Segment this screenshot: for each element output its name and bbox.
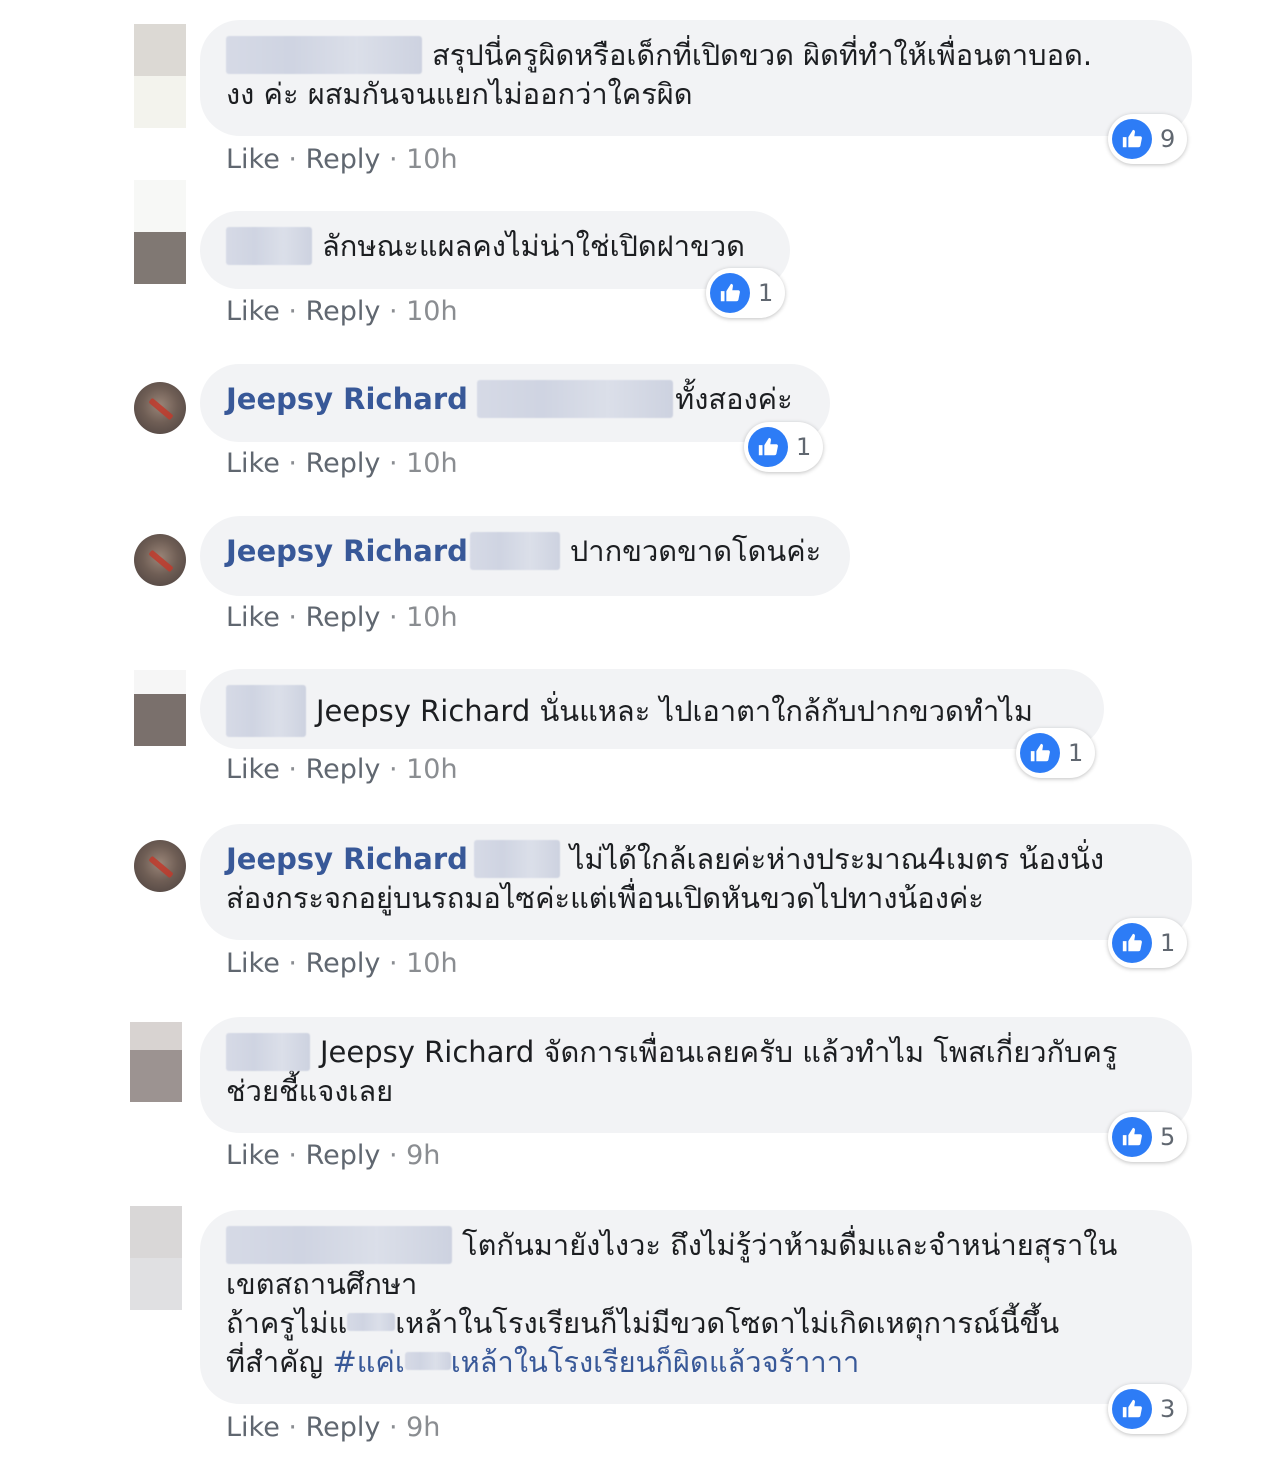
reply-link[interactable]: Reply xyxy=(306,602,381,633)
reaction-number: 1 xyxy=(796,433,812,461)
comment-text: โตกันมายังไงวะ ถึงไม่รู้ว่าห้ามดื่มและจำ… xyxy=(462,1228,1118,1262)
reaction-count[interactable]: 5 xyxy=(1108,1112,1188,1162)
reaction-number: 3 xyxy=(1160,1395,1176,1423)
avatar[interactable] xyxy=(130,1022,182,1102)
reaction-number: 5 xyxy=(1160,1123,1176,1151)
redacted-name xyxy=(226,685,306,737)
comment-text: Jeepsy Richard นั่นแหละ ไปเอาตาใกล้กับปา… xyxy=(316,694,1033,728)
avatar[interactable] xyxy=(130,1206,182,1310)
author-name[interactable]: Jeepsy Richard xyxy=(226,842,468,876)
comment-text: ช่วยชี้แจงเลย xyxy=(226,1074,394,1108)
thumbs-up-icon xyxy=(1112,1117,1152,1157)
comment-bubble: Jeepsy Richard นั่นแหละ ไปเอาตาใกล้กับปา… xyxy=(200,669,1104,749)
avatar[interactable] xyxy=(134,534,186,586)
redacted-name xyxy=(477,380,674,418)
like-link[interactable]: Like xyxy=(226,754,280,785)
thumbs-up-icon xyxy=(1020,733,1060,773)
timestamp[interactable]: 10h xyxy=(406,602,457,633)
redacted-name xyxy=(226,1226,452,1264)
like-link[interactable]: Like xyxy=(226,144,280,175)
reaction-number: 1 xyxy=(1160,929,1176,957)
comment-text: สรุปนี่ครูผิดหรือเด็กที่เปิดขวด ผิดที่ทำ… xyxy=(432,38,1093,72)
redacted-word xyxy=(347,1313,396,1331)
like-link[interactable]: Like xyxy=(226,948,280,979)
thumbs-up-icon xyxy=(710,273,750,313)
reply-link[interactable]: Reply xyxy=(306,448,381,479)
comment-text: ส่องกระจกอยู่บนรถมอไซค่ะแต่เพื่อนเปิดหัน… xyxy=(226,881,984,915)
like-link[interactable]: Like xyxy=(226,602,280,633)
comment-actions: Like · Reply · 9h xyxy=(226,1140,441,1171)
thumbs-up-icon xyxy=(748,427,788,467)
like-link[interactable]: Like xyxy=(226,448,280,479)
comment-text: ที่สำคัญ xyxy=(226,1345,333,1379)
reply-link[interactable]: Reply xyxy=(306,754,381,785)
comment-actions: Like · Reply · 10h xyxy=(226,448,458,479)
hashtag-link[interactable]: #แค่เ xyxy=(332,1345,404,1379)
comment-actions: Like · Reply · 10h xyxy=(226,296,458,327)
comment-text: ไม่ได้ใกล้เลยค่ะห่างประมาณ4เมตร น้องนั่ง xyxy=(569,842,1105,876)
comment-bubble: Jeepsy Richard ปากขวดขาดโดนค่ะ xyxy=(200,516,850,596)
reaction-number: 1 xyxy=(1068,739,1084,767)
comment-text: ทั้งสองค่ะ xyxy=(675,382,793,416)
comment-text: Jeepsy Richard จัดการเพื่อนเลยครับ แล้วท… xyxy=(320,1035,1118,1069)
like-link[interactable]: Like xyxy=(226,1412,280,1443)
comment-bubble: โตกันมายังไงวะ ถึงไม่รู้ว่าห้ามดื่มและจำ… xyxy=(200,1210,1192,1404)
redacted-name xyxy=(226,1033,310,1071)
comment-text: ลักษณะแผลคงไม่น่าใช่เปิดฝาขวด xyxy=(322,229,745,263)
reaction-count[interactable]: 1 xyxy=(744,422,824,472)
reaction-count[interactable]: 1 xyxy=(1108,918,1188,968)
reply-link[interactable]: Reply xyxy=(306,1412,381,1443)
redacted-name xyxy=(226,36,422,74)
timestamp[interactable]: 10h xyxy=(406,296,457,327)
avatar[interactable] xyxy=(134,24,186,128)
avatar[interactable] xyxy=(134,180,186,284)
timestamp[interactable]: 9h xyxy=(406,1412,440,1443)
reaction-count[interactable]: 3 xyxy=(1108,1384,1188,1434)
comment-text: ถ้าครูไม่แ xyxy=(226,1306,348,1340)
thumbs-up-icon xyxy=(1112,1389,1152,1429)
comment-actions: Like · Reply · 9h xyxy=(226,1412,441,1443)
timestamp[interactable]: 10h xyxy=(406,948,457,979)
timestamp[interactable]: 10h xyxy=(406,448,457,479)
avatar[interactable] xyxy=(134,382,186,434)
avatar[interactable] xyxy=(134,670,186,746)
comment-text: เหล้าในโรงเรียนก็ไม่มีขวดโซดาไม่เกิดเหตุ… xyxy=(395,1306,1060,1340)
comment-bubble: สรุปนี่ครูผิดหรือเด็กที่เปิดขวด ผิดที่ทำ… xyxy=(200,20,1192,136)
reaction-count[interactable]: 1 xyxy=(706,268,786,318)
timestamp[interactable]: 10h xyxy=(406,144,457,175)
thumbs-up-icon xyxy=(1112,119,1152,159)
comment-bubble: ลักษณะแผลคงไม่น่าใช่เปิดฝาขวด xyxy=(200,211,790,289)
author-name[interactable]: Jeepsy Richard xyxy=(226,534,468,568)
timestamp[interactable]: 10h xyxy=(406,754,457,785)
comment-actions: Like · Reply · 10h xyxy=(226,602,458,633)
comment-text: ปากขวดขาดโดนค่ะ xyxy=(569,534,822,568)
timestamp[interactable]: 9h xyxy=(406,1140,440,1171)
like-link[interactable]: Like xyxy=(226,1140,280,1171)
reaction-number: 1 xyxy=(758,279,774,307)
comment-text: เขตสถานศึกษา xyxy=(226,1267,418,1301)
comment-bubble: Jeepsy Richard ไม่ได้ใกล้เลยค่ะห่างประมาณ… xyxy=(200,824,1192,940)
comment-text: งง ค่ะ ผสมกันจนแยกไม่ออกว่าใครผิด xyxy=(226,77,693,111)
reaction-count[interactable]: 1 xyxy=(1016,728,1096,778)
hashtag-text[interactable]: เหล้าในโรงเรียนก็ผิดแล้วจร้าาาา xyxy=(451,1345,860,1379)
like-link[interactable]: Like xyxy=(226,296,280,327)
redacted-word xyxy=(404,1352,451,1370)
comment-actions: Like · Reply · 10h xyxy=(226,754,458,785)
reply-link[interactable]: Reply xyxy=(306,1140,381,1171)
reply-link[interactable]: Reply xyxy=(306,144,381,175)
avatar[interactable] xyxy=(134,840,186,892)
comment-actions: Like · Reply · 10h xyxy=(226,948,458,979)
comment-actions: Like · Reply · 10h xyxy=(226,144,458,175)
reply-link[interactable]: Reply xyxy=(306,948,381,979)
redacted-name xyxy=(226,227,312,265)
redacted-name xyxy=(473,840,560,878)
reaction-count[interactable]: 9 xyxy=(1108,114,1188,164)
reply-link[interactable]: Reply xyxy=(306,296,381,327)
reaction-number: 9 xyxy=(1160,125,1176,153)
comment-bubble: Jeepsy Richard จัดการเพื่อนเลยครับ แล้วท… xyxy=(200,1017,1192,1133)
redacted-name xyxy=(469,532,560,570)
author-name[interactable]: Jeepsy Richard xyxy=(226,382,468,416)
thumbs-up-icon xyxy=(1112,923,1152,963)
comment-bubble: Jeepsy Richard ทั้งสองค่ะ xyxy=(200,364,830,442)
